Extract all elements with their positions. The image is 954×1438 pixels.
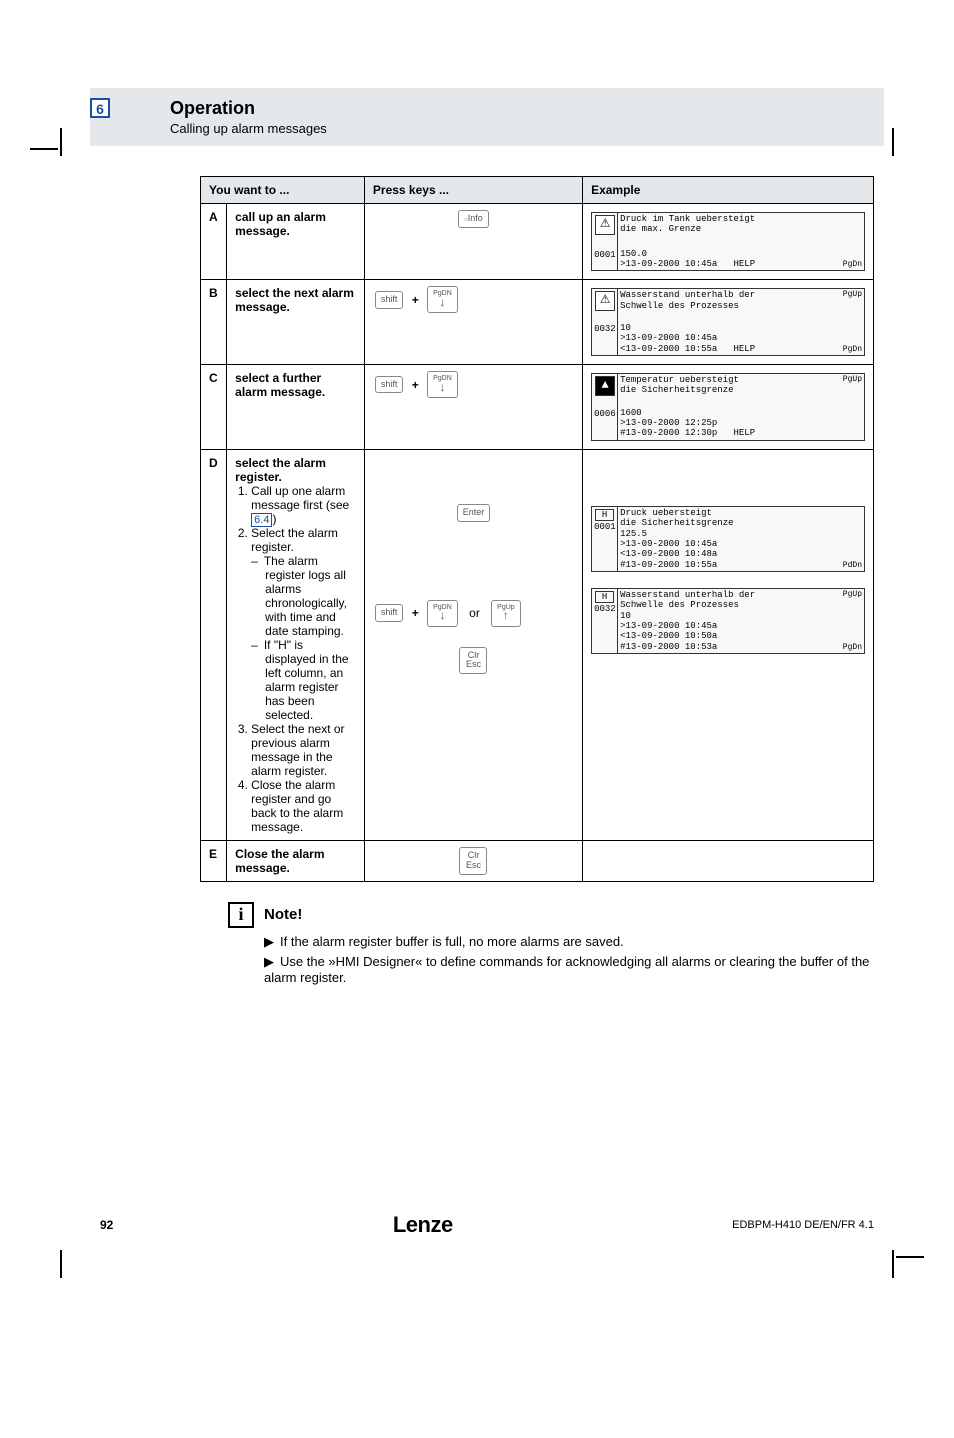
row-title: select the alarm register.: [235, 456, 326, 484]
lcd-example: ⚠ 0001 Druck im Tank uebersteigt die max…: [591, 212, 865, 271]
table-row: B select the next alarm message. shift +…: [201, 280, 874, 365]
step-3: Select the next or previous alarm messag…: [251, 722, 356, 778]
pgdn-key: PgDN↓: [427, 371, 458, 398]
pgup-key: PgUp↑: [491, 600, 521, 627]
row-id: A: [209, 210, 218, 224]
alarm-icon: ▲: [595, 376, 615, 396]
lcd-example: H 0032 PgUp Wasserstand unterhalb der Sc…: [591, 588, 865, 654]
row-id: E: [209, 847, 217, 861]
note-section: i Note! ▶If the alarm register buffer is…: [228, 902, 874, 985]
bell-icon: ⚠: [595, 291, 615, 311]
lcd-example: H 0001 Druck uebersteigt die Sicherheits…: [591, 506, 865, 572]
page-footer: 92 Lenze EDBPM-H410 DE/EN/FR 4.1: [0, 1212, 954, 1238]
h-indicator: H: [595, 591, 614, 603]
crop-mark: [896, 1256, 924, 1258]
shift-key: shift: [375, 291, 404, 309]
step-1: Call up one alarm message first (see 6.4…: [251, 484, 356, 526]
brand-logo: Lenze: [393, 1212, 453, 1238]
crop-mark: [60, 128, 62, 156]
shift-key: shift: [375, 376, 404, 394]
page-title: Operation: [170, 98, 884, 119]
table-row: E Close the alarm message. ClrEsc: [201, 840, 874, 881]
enter-key: Enter: [457, 504, 491, 522]
page-header: 6 Operation Calling up alarm messages: [90, 88, 884, 146]
shift-key: shift: [375, 604, 404, 622]
row-id: D: [209, 456, 218, 470]
pgdn-key: PgDN↓: [427, 600, 458, 627]
col-example: Example: [583, 177, 874, 204]
row-desc: select the next alarm message.: [235, 286, 354, 314]
row-desc: Close the alarm message.: [235, 847, 324, 875]
crop-mark: [892, 128, 894, 156]
info-icon: i: [228, 902, 254, 928]
page-number: 92: [100, 1218, 113, 1232]
instruction-table: You want to ... Press keys ... Example A…: [200, 176, 874, 882]
row-desc: call up an alarm message.: [235, 210, 326, 238]
step-2b: If "H" is displayed in the left column, …: [265, 638, 356, 722]
plus-icon: +: [412, 378, 419, 392]
plus-icon: +: [412, 293, 419, 307]
or-text: or: [469, 606, 480, 620]
row-desc: select a further alarm message.: [235, 371, 325, 399]
info-key: ○Info: [458, 210, 489, 228]
lcd-example: ⚠ 0032 PgUp Wasserstand unterhalb der Sc…: [591, 288, 865, 356]
crop-mark: [60, 1250, 62, 1278]
row-id: B: [209, 286, 218, 300]
table-header-row: You want to ... Press keys ... Example: [201, 177, 874, 204]
crop-mark: [30, 148, 58, 150]
row-id: C: [209, 371, 218, 385]
plus-icon: +: [412, 606, 419, 620]
clr-esc-key: ClrEsc: [459, 847, 487, 875]
h-indicator: H: [595, 509, 614, 521]
pgdn-key: PgDN↓: [427, 286, 458, 313]
step-4: Close the alarm register and go back to …: [251, 778, 356, 834]
xref-link[interactable]: 6.4: [251, 513, 272, 527]
document-id: EDBPM-H410 DE/EN/FR 4.1: [732, 1219, 874, 1231]
crop-mark: [892, 1250, 894, 1278]
clr-esc-key: ClrEsc: [459, 647, 487, 675]
page-subtitle: Calling up alarm messages: [170, 121, 884, 136]
table-row: C select a further alarm message. shift …: [201, 365, 874, 450]
note-bullet: ▶Use the »HMI Designer« to define comman…: [264, 954, 874, 985]
table-row: D select the alarm register. Call up one…: [201, 449, 874, 840]
step-2: Select the alarm register. The alarm reg…: [251, 526, 356, 722]
note-title: Note!: [264, 906, 302, 923]
lcd-example: ▲ 0006 PgUp Temperatur uebersteigt die S…: [591, 373, 865, 441]
col-want: You want to ...: [201, 177, 365, 204]
table-row: A call up an alarm message. ○Info ⚠ 0001…: [201, 204, 874, 280]
step-2a: The alarm register logs all alarms chron…: [265, 554, 356, 638]
chapter-number: 6: [90, 98, 110, 118]
note-bullet: ▶If the alarm register buffer is full, n…: [264, 934, 874, 950]
warning-icon: ⚠: [595, 215, 615, 235]
col-keys: Press keys ...: [364, 177, 582, 204]
